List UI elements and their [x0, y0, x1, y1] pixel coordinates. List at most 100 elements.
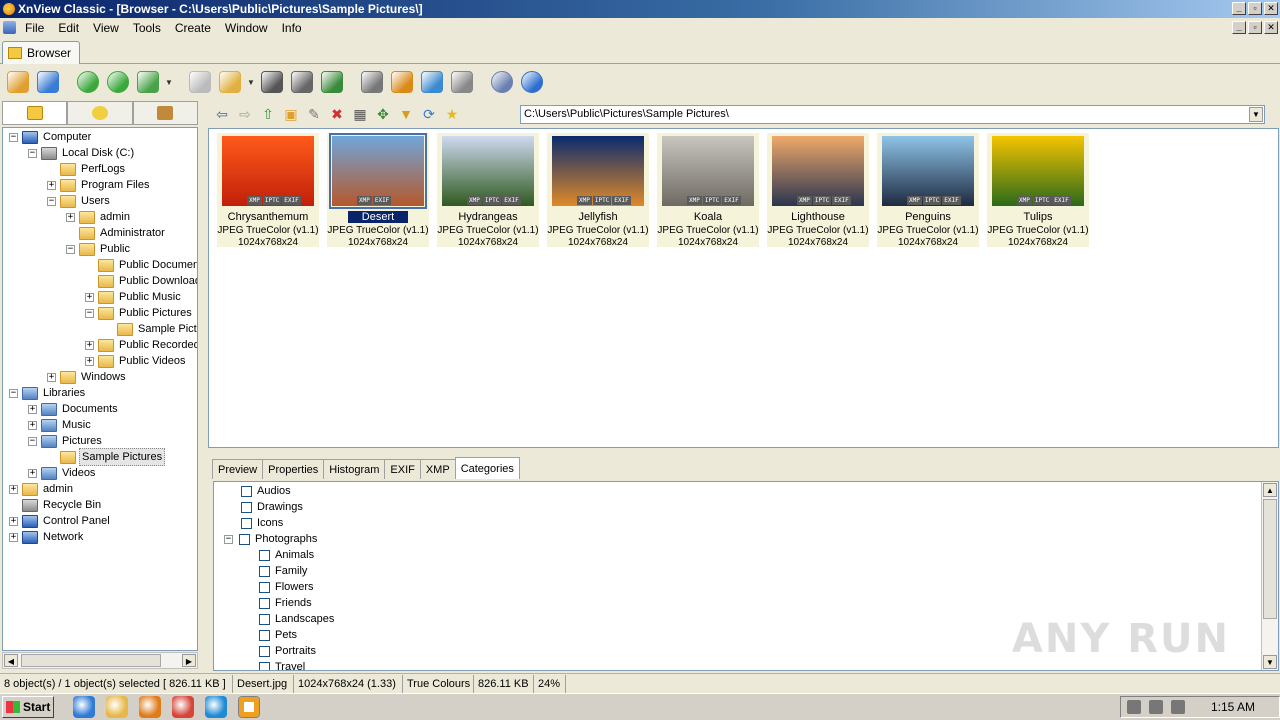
scroll-down-arrow-icon[interactable]: ▼ [1263, 655, 1277, 669]
slideshow-icon[interactable] [318, 68, 346, 96]
tree-node[interactable]: + Documents [28, 401, 120, 417]
tree-node[interactable]: + Public Music [85, 289, 183, 305]
tree-node[interactable]: PerfLogs [47, 161, 127, 177]
menu-tools[interactable]: Tools [126, 21, 168, 35]
tab-categories[interactable] [132, 101, 198, 125]
delete-icon[interactable]: ✖ [327, 104, 347, 124]
category-checkbox[interactable] [259, 661, 270, 670]
tree-node[interactable]: + Program Files [47, 177, 151, 193]
categories-vertical-scrollbar[interactable]: ▲ ▼ [1261, 482, 1278, 670]
tree-node[interactable]: − Pictures [28, 433, 104, 449]
convert-icon[interactable] [418, 68, 446, 96]
category-checkbox[interactable] [259, 629, 270, 641]
category-item[interactable]: − Photographs [224, 531, 317, 547]
edge-icon[interactable] [205, 696, 227, 718]
menu-info[interactable]: Info [275, 21, 309, 35]
capture-icon[interactable] [358, 68, 386, 96]
expand-icon[interactable]: + [28, 404, 37, 414]
menu-edit[interactable]: Edit [51, 21, 86, 35]
category-item[interactable]: Drawings [224, 499, 303, 515]
tab-histogram[interactable]: Histogram [323, 459, 386, 479]
menu-create[interactable]: Create [168, 21, 218, 35]
category-checkbox[interactable] [241, 501, 252, 513]
path-input[interactable]: C:\Users\Public\Pictures\Sample Pictures… [520, 105, 1265, 124]
tree-node[interactable]: + Videos [28, 465, 97, 481]
dropdown-arrow-icon[interactable]: ▼ [246, 78, 256, 87]
tab-browser[interactable]: Browser [2, 41, 80, 64]
category-item[interactable]: Audios [224, 483, 291, 499]
expand-icon[interactable]: + [28, 468, 37, 478]
category-item[interactable]: Pets [259, 627, 297, 643]
chrome-icon[interactable] [172, 696, 194, 718]
scroll-right-arrow-icon[interactable]: ▶ [182, 654, 196, 667]
find-icon[interactable] [258, 68, 286, 96]
reload-icon[interactable] [104, 68, 132, 96]
doc-minimize-button[interactable]: _ [1232, 21, 1246, 34]
minimize-button[interactable]: _ [1232, 2, 1246, 15]
tree-node[interactable]: + Public Videos [85, 353, 187, 369]
forward-arrow-icon[interactable]: ⇨ [235, 104, 255, 124]
tree-node[interactable]: + Music [28, 417, 93, 433]
thumbnail-item[interactable]: XMP IPTC EXIF Chrysanthemum JPEG TrueColor (… [217, 133, 319, 248]
doc-restore-button[interactable]: ▫ [1248, 21, 1262, 34]
collapse-icon[interactable]: − [9, 132, 18, 142]
copy-to-icon[interactable] [216, 68, 244, 96]
expand-icon[interactable]: + [85, 292, 94, 302]
refresh-icon[interactable] [74, 68, 102, 96]
tree-node[interactable]: Public Documents [85, 257, 197, 273]
media-player-icon[interactable] [139, 696, 161, 718]
close-button[interactable]: ✕ [1264, 2, 1278, 15]
scroll-thumb[interactable] [21, 654, 161, 667]
action-center-flag-icon[interactable] [1171, 700, 1185, 714]
tree-node[interactable]: − Libraries [9, 385, 87, 401]
file-icon[interactable] [186, 68, 214, 96]
tab-folders[interactable] [2, 101, 68, 125]
thumbnail-item[interactable]: XMP IPTC EXIF Tulips JPEG TrueColor (v1.1) 10… [987, 133, 1089, 248]
thumbnail-item[interactable]: XMP IPTC EXIF Lighthouse JPEG TrueColor (v1.… [767, 133, 869, 248]
sync-icon[interactable]: ⟳ [419, 104, 439, 124]
restore-button[interactable]: ▫ [1248, 2, 1262, 15]
tab-properties[interactable]: Properties [262, 459, 325, 479]
expand-icon[interactable]: + [85, 340, 94, 350]
tab-xmp[interactable]: XMP [419, 459, 456, 479]
category-checkbox[interactable] [259, 581, 270, 593]
back-arrow-icon[interactable]: ⇦ [212, 104, 232, 124]
scroll-left-arrow-icon[interactable]: ◀ [4, 654, 18, 667]
parent-folder-icon[interactable]: ⇧ [258, 104, 278, 124]
expand-icon[interactable]: + [9, 532, 18, 542]
thumbnail-item[interactable]: XMP IPTC EXIF Penguins JPEG TrueColor (v1.1)… [877, 133, 979, 248]
clock[interactable]: 1:15 AM [1211, 700, 1255, 714]
filter-icon[interactable]: ▼ [396, 104, 416, 124]
category-checkbox[interactable] [259, 597, 270, 609]
thumbnail-item[interactable]: XMP IPTC EXIF Hydrangeas JPEG TrueColor (v1.… [437, 133, 539, 248]
category-item[interactable]: Animals [259, 547, 314, 563]
tree-node[interactable]: Sample Pictures [47, 448, 166, 466]
collapse-icon[interactable]: − [9, 388, 18, 398]
collapse-icon[interactable]: − [85, 308, 94, 318]
vertical-scroll-thumb[interactable] [1263, 499, 1277, 619]
tree-node[interactable]: + Control Panel [9, 513, 112, 529]
set-folder-icon[interactable] [134, 68, 162, 96]
menu-view[interactable]: View [86, 21, 126, 35]
menu-window[interactable]: Window [218, 21, 275, 35]
xnview-icon[interactable] [238, 696, 260, 718]
expand-icon[interactable]: + [9, 516, 18, 526]
tree-node[interactable]: + Network [9, 529, 85, 545]
tree-node[interactable]: − Local Disk (C:) [28, 145, 136, 161]
fullscreen-icon[interactable] [34, 68, 62, 96]
category-checkbox[interactable] [259, 549, 270, 561]
tree-node[interactable]: − Public Pictures [85, 305, 194, 321]
expand-icon[interactable]: + [47, 372, 56, 382]
expand-icon[interactable]: + [66, 212, 75, 222]
scroll-up-arrow-icon[interactable]: ▲ [1263, 483, 1277, 497]
category-checkbox[interactable] [241, 485, 252, 497]
category-checkbox[interactable] [259, 645, 270, 657]
tree-node[interactable]: − Users [47, 193, 112, 209]
path-dropdown-icon[interactable]: ▼ [1249, 107, 1263, 122]
tab-favorites[interactable] [67, 101, 133, 125]
tab-exif[interactable]: EXIF [384, 459, 421, 479]
menu-file[interactable]: File [18, 21, 51, 35]
collapse-icon[interactable]: − [224, 534, 233, 544]
expand-icon[interactable]: + [47, 180, 56, 190]
dropdown-arrow-icon[interactable]: ▼ [164, 78, 174, 87]
